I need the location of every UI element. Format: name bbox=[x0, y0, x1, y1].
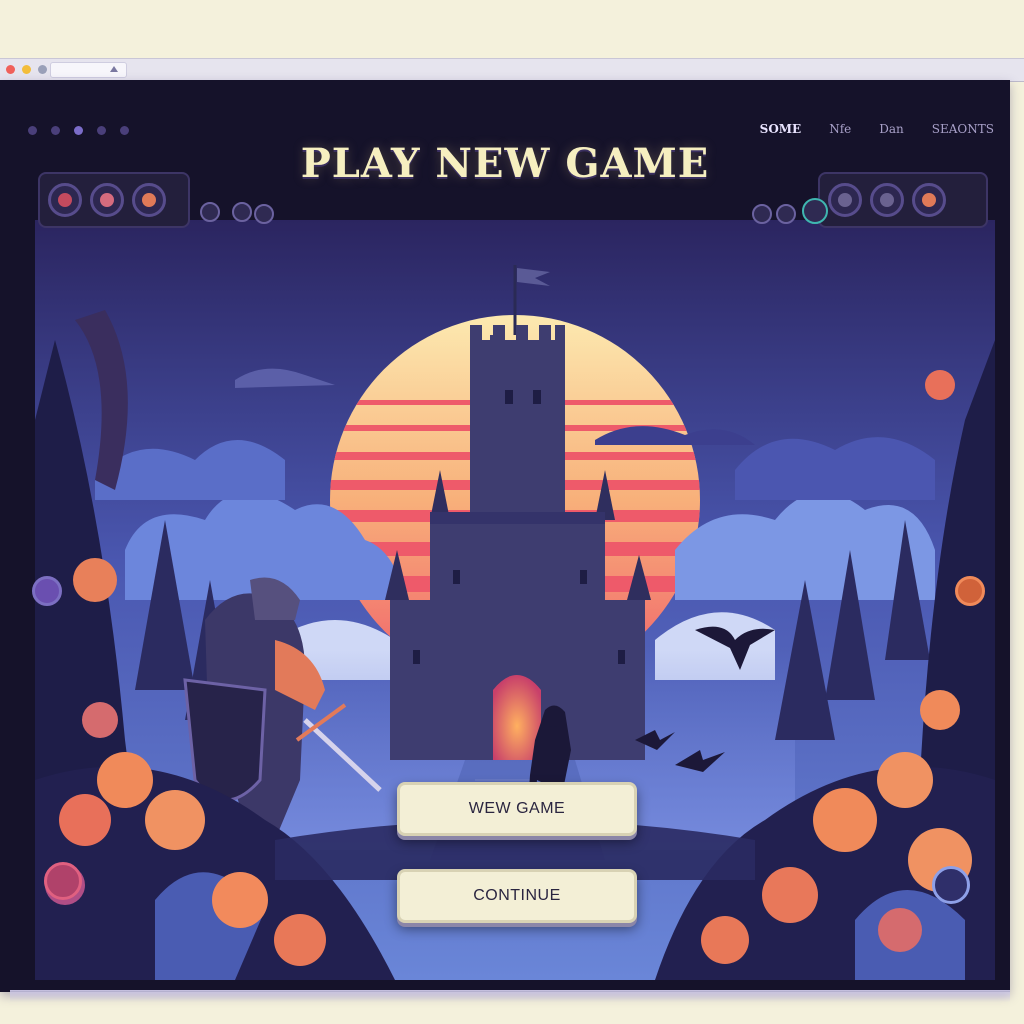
page-indicator bbox=[28, 126, 129, 135]
left-control-panel bbox=[38, 172, 190, 228]
red-gear-icon[interactable] bbox=[48, 183, 82, 217]
slot-icon[interactable] bbox=[828, 183, 862, 217]
minimize-window-icon[interactable] bbox=[22, 65, 31, 74]
spiral-icon[interactable] bbox=[776, 204, 796, 224]
page-dot[interactable] bbox=[51, 126, 60, 135]
page-dot[interactable] bbox=[97, 126, 106, 135]
orange-coin-icon[interactable] bbox=[955, 576, 985, 606]
swirl-icon[interactable] bbox=[932, 866, 970, 904]
right-control-panel bbox=[818, 172, 988, 228]
dial-icon[interactable] bbox=[254, 204, 274, 224]
game-frame: SOME Nfe Dan SEAONTS PLAY NEW GAME WEW G… bbox=[0, 80, 1010, 992]
page-dot[interactable] bbox=[74, 126, 83, 135]
orb-icon[interactable] bbox=[870, 183, 904, 217]
fire-icon[interactable] bbox=[912, 183, 946, 217]
page-dot[interactable] bbox=[120, 126, 129, 135]
dial-icon[interactable] bbox=[232, 202, 252, 222]
nav-item-seaonts[interactable]: SEAONTS bbox=[932, 122, 994, 136]
knight-shield bbox=[183, 678, 267, 802]
browser-toolbar bbox=[0, 58, 1024, 82]
top-navigation: SOME Nfe Dan SEAONTS bbox=[760, 122, 994, 136]
maximize-window-icon[interactable] bbox=[38, 65, 47, 74]
nav-item-dan[interactable]: Dan bbox=[879, 122, 904, 136]
castle-scene bbox=[35, 220, 995, 980]
crossed-swords-icon[interactable] bbox=[90, 183, 124, 217]
continue-button[interactable]: CONTINUE bbox=[397, 869, 637, 923]
castle-gate bbox=[493, 675, 541, 760]
page-shadow bbox=[10, 990, 1010, 1002]
tab-arrow-icon bbox=[110, 66, 118, 72]
nav-item-nfe[interactable]: Nfe bbox=[829, 122, 851, 136]
close-window-icon[interactable] bbox=[6, 65, 15, 74]
purple-coin-icon[interactable] bbox=[32, 576, 62, 606]
shield-icon[interactable] bbox=[132, 183, 166, 217]
page-dot[interactable] bbox=[28, 126, 37, 135]
spiral-icon[interactable] bbox=[200, 202, 220, 222]
teal-orb-icon[interactable] bbox=[802, 198, 828, 224]
new-game-button[interactable]: WEW GAME bbox=[397, 782, 637, 836]
address-tab[interactable] bbox=[50, 62, 127, 78]
gear-icon[interactable] bbox=[752, 204, 772, 224]
swirl-icon[interactable] bbox=[44, 862, 82, 900]
nav-item-some[interactable]: SOME bbox=[760, 122, 802, 136]
